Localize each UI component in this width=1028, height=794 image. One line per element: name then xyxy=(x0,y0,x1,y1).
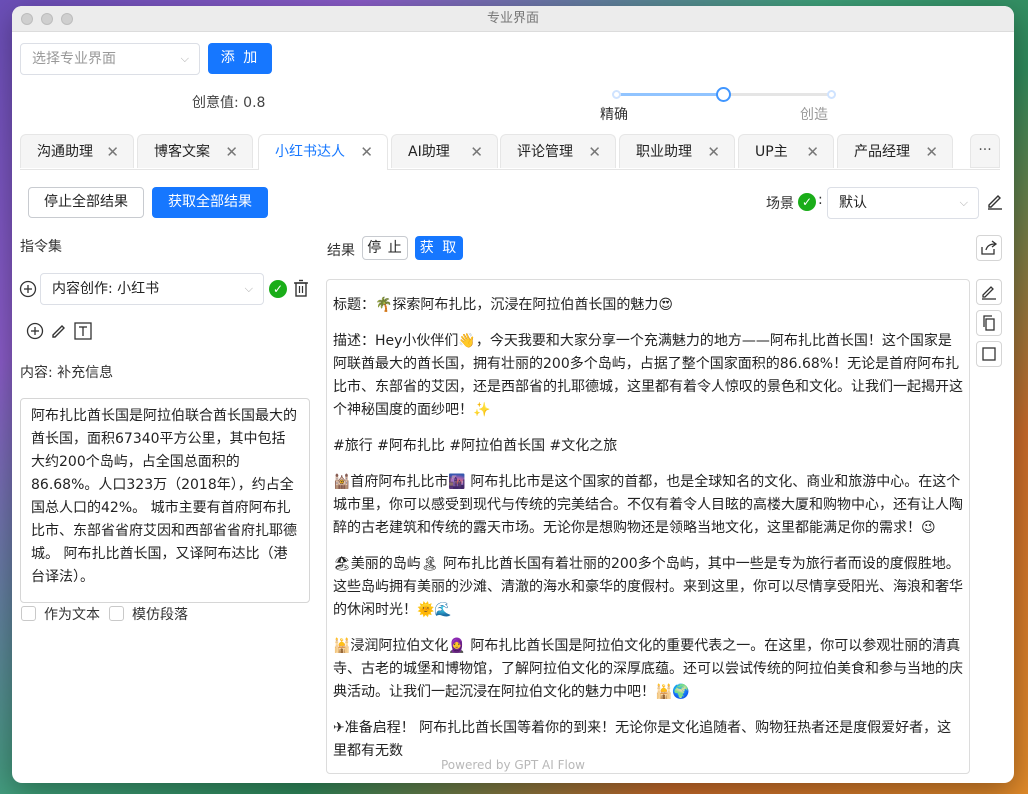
tab-label: 产品经理 xyxy=(854,144,910,160)
add-command-icon[interactable] xyxy=(19,280,37,302)
scene-select[interactable]: 默认 ⌵ xyxy=(827,187,979,219)
chevron-down-icon: ⌵ xyxy=(244,282,253,295)
tab-label: 沟通助理 xyxy=(37,144,93,160)
profession-tabs: 沟通助理 ✕ 博客文案 ✕ 小红书达人 ✕ AI助理 ✕ 评论管理 ✕ 职业助理 ✕ UP主… xyxy=(20,134,1000,170)
share-icon[interactable] xyxy=(976,235,1002,261)
as-text-label: 作为文本 xyxy=(44,607,100,623)
scene-label: 场景 xyxy=(766,196,794,212)
copy-icon[interactable] xyxy=(976,310,1002,336)
tab-label: UP主 xyxy=(755,144,788,160)
creativity-label: 创意值: 0.8 xyxy=(192,95,266,111)
app-window: 专业界面 选择专业界面 ⌵ 添 加 创意值: 0.8 精确 创造 沟通助理 ✕ 博… xyxy=(12,6,1014,783)
title-bar: 专业界面 xyxy=(12,6,1014,32)
zoom-window-button[interactable] xyxy=(61,13,73,25)
result-paragraph: 标题：🌴探索阿布扎比，沉浸在阿拉伯酋长国的魅力😍 xyxy=(333,297,674,313)
pencil-icon[interactable] xyxy=(50,322,68,344)
command-select-value: 内容创作: 小红书 xyxy=(52,281,160,297)
chevron-down-icon: ⌵ xyxy=(180,52,189,65)
square-icon[interactable] xyxy=(976,341,1002,367)
result-output: 标题：🌴探索阿布扎比，沉浸在阿拉伯酋长国的魅力😍 描述：Hey小伙伴们👋，今天我… xyxy=(326,279,970,774)
tab-8[interactable]: 产品经理 ✕ xyxy=(837,134,953,168)
add-circle-icon[interactable] xyxy=(26,322,44,344)
result-paragraph: ✈准备启程！ 阿布扎比酋长国等着你的到来！无论你是文化追随者、购物狂热者还是度假… xyxy=(333,720,952,759)
imitate-checkbox[interactable] xyxy=(109,606,124,621)
close-icon[interactable]: ✕ xyxy=(588,135,601,169)
close-icon[interactable]: ✕ xyxy=(225,135,238,169)
imitate-label: 模仿段落 xyxy=(132,607,188,623)
slider-dot-end xyxy=(827,90,836,99)
close-icon[interactable]: ✕ xyxy=(806,135,819,169)
slider-right-label: 创造 xyxy=(800,107,828,123)
tab-3[interactable]: 小红书达人 ✕ xyxy=(258,134,388,170)
tab-1[interactable]: 沟通助理 ✕ xyxy=(20,134,134,168)
get-button[interactable]: 获 取 xyxy=(415,236,463,260)
check-icon: ✓ xyxy=(269,280,287,298)
close-icon[interactable]: ✕ xyxy=(470,135,483,169)
result-label: 结果 xyxy=(327,243,355,259)
scene-colon: : xyxy=(818,192,823,208)
close-window-button[interactable] xyxy=(21,13,33,25)
tabs-more-button[interactable]: ··· xyxy=(970,134,1000,168)
get-all-button[interactable]: 获取全部结果 xyxy=(152,187,268,218)
close-icon[interactable]: ✕ xyxy=(707,135,720,169)
command-set-heading: 指令集 xyxy=(20,239,62,255)
tab-2[interactable]: 博客文案 ✕ xyxy=(137,134,253,168)
text-box-icon[interactable] xyxy=(73,321,93,345)
minimize-window-button[interactable] xyxy=(41,13,53,25)
tab-label: 博客文案 xyxy=(154,144,210,160)
tab-label: 评论管理 xyxy=(517,144,573,160)
tab-label: AI助理 xyxy=(408,144,450,160)
as-text-checkbox[interactable] xyxy=(21,606,36,621)
stop-all-button[interactable]: 停止全部结果 xyxy=(28,187,144,218)
add-button[interactable]: 添 加 xyxy=(208,43,272,74)
slider-fill xyxy=(616,93,724,96)
content-textarea[interactable]: 阿布扎比酋长国是阿拉伯联合酋长国最大的酋长国，面积67340平方公里，其中包括大… xyxy=(20,398,310,603)
slider-handle[interactable] xyxy=(715,87,731,102)
tab-6[interactable]: 职业助理 ✕ xyxy=(619,134,735,168)
check-icon: ✓ xyxy=(798,193,816,211)
edit-icon[interactable] xyxy=(986,192,1004,214)
result-paragraph: 描述：Hey小伙伴们👋，今天我要和大家分享一个充满魅力的地方——阿布扎比酋长国！… xyxy=(333,333,963,418)
tab-7[interactable]: UP主 ✕ xyxy=(738,134,834,168)
command-select[interactable]: 内容创作: 小红书 ⌵ xyxy=(40,273,264,305)
result-paragraph: #旅行 #阿布扎比 #阿拉伯酋长国 #文化之旅 xyxy=(333,438,618,454)
tab-label: 小红书达人 xyxy=(275,144,345,160)
content-label: 内容: 补充信息 xyxy=(20,365,114,381)
profession-select[interactable]: 选择专业界面 ⌵ xyxy=(20,43,200,75)
scene-select-value: 默认 xyxy=(839,195,867,211)
close-icon[interactable]: ✕ xyxy=(106,135,119,169)
window-title: 专业界面 xyxy=(486,11,539,26)
creativity-slider[interactable] xyxy=(612,87,836,102)
result-paragraph: 🕍首府阿布扎比市🌆 阿布扎比市是这个国家的首都，也是全球知名的文化、商业和旅游中… xyxy=(333,474,963,536)
tab-5[interactable]: 评论管理 ✕ xyxy=(500,134,616,168)
result-paragraph: 🕌浸润阿拉伯文化🧕 阿布扎比酋长国是阿拉伯文化的重要代表之一。在这里，你可以参观… xyxy=(333,638,963,700)
close-icon[interactable]: ✕ xyxy=(360,135,373,169)
tab-label: 职业助理 xyxy=(636,144,692,160)
result-paragraph: 🏖美丽的岛屿🏝 阿布扎比酋长国有着壮丽的200多个岛屿，其中一些是专为旅行者而设… xyxy=(333,556,963,618)
slider-dot-start xyxy=(612,90,621,99)
tab-4[interactable]: AI助理 ✕ xyxy=(391,134,498,168)
powered-by-footer: Powered by GPT AI Flow xyxy=(441,758,585,772)
profession-select-placeholder: 选择专业界面 xyxy=(32,51,116,67)
close-icon[interactable]: ✕ xyxy=(925,135,938,169)
stop-button[interactable]: 停 止 xyxy=(362,236,408,260)
slider-left-label: 精确 xyxy=(600,107,628,123)
edit-result-icon[interactable] xyxy=(976,279,1002,305)
chevron-down-icon: ⌵ xyxy=(959,196,968,209)
trash-icon[interactable] xyxy=(292,279,310,302)
